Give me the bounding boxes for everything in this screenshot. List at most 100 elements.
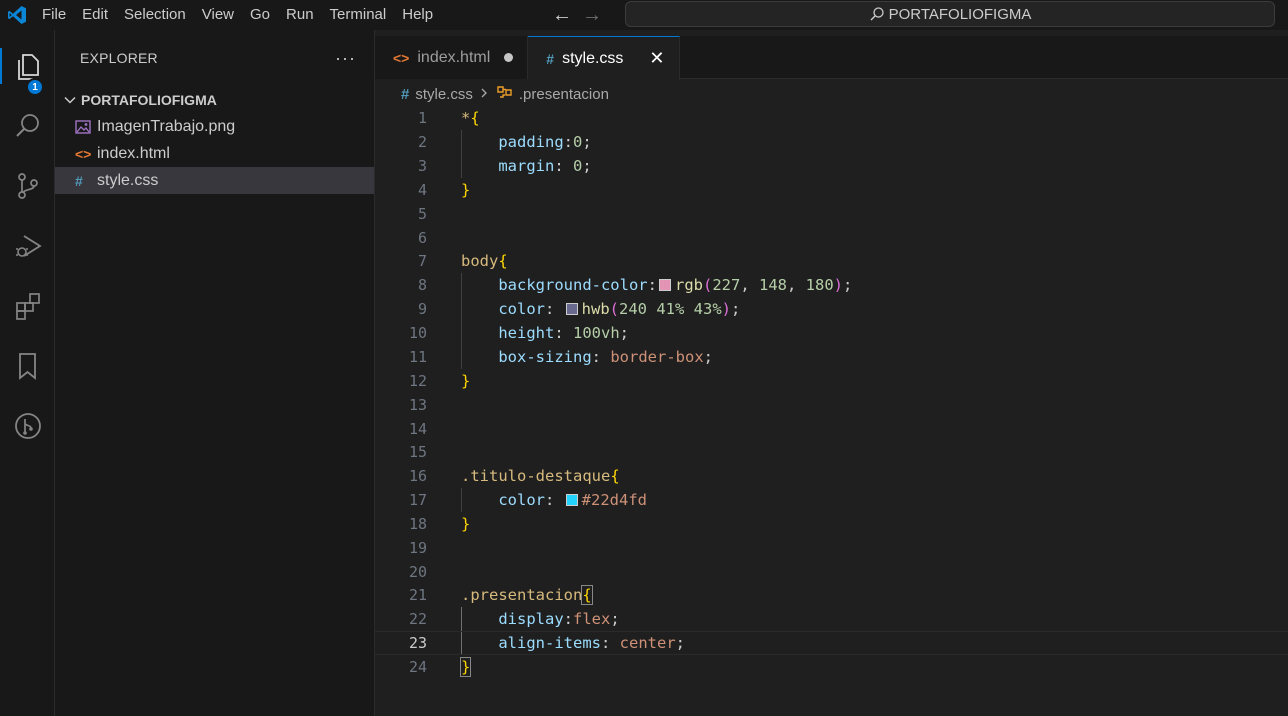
workspace-name: PORTAFOLIOFIGMA [888,5,1032,23]
html-file-icon: <> [393,49,410,66]
line-number: 14 [408,420,427,438]
breadcrumb-file[interactable]: style.css [415,86,473,103]
menu-edit[interactable]: Edit [74,0,116,30]
code-text: margin: 0; [498,157,592,175]
code-line: 20 [375,560,1288,584]
symbol-class-icon [495,84,513,104]
line-number: 11 [408,348,427,366]
code-text: color: hwb(240 41% 43%); [498,300,741,318]
bookmarks-activity-button[interactable] [0,342,55,390]
code-line: 21 .presentacion{ [375,583,1288,607]
chevron-down-icon [63,93,79,107]
code-text: } [461,372,471,390]
search-activity-button[interactable] [0,102,55,150]
breadcrumb: # style.css .presentacion [375,80,1288,108]
menu-file[interactable]: File [34,0,74,30]
line-number: 10 [408,324,427,342]
menu-run[interactable]: Run [278,0,322,30]
menu-go[interactable]: Go [242,0,278,30]
close-icon[interactable]: ✕ [649,48,664,69]
code-text: } [461,515,471,533]
bookmark-icon [18,353,36,380]
line-number: 4 [417,181,427,199]
code-line: 18} [375,512,1288,536]
extensions-activity-button[interactable] [0,282,55,330]
css-file-icon: # [546,50,555,67]
line-number: 20 [408,563,427,581]
code-line: 11 box-sizing: border-box; [375,345,1288,369]
line-number: 3 [417,157,427,175]
chevron-right-icon [479,86,489,103]
git-graph-activity-button[interactable] [0,402,55,450]
menu-view[interactable]: View [194,0,242,30]
code-line: 5 [375,202,1288,226]
menu-terminal[interactable]: Terminal [322,0,395,30]
file-label: style.css [97,171,159,189]
line-number: 5 [417,205,427,223]
code-line: 4} [375,178,1288,202]
more-actions-icon[interactable]: ··· [335,48,356,69]
menu-selection[interactable]: Selection [116,0,194,30]
forward-arrow-icon[interactable]: → [582,4,602,27]
back-arrow-icon[interactable]: ← [552,4,572,27]
line-number: 24 [408,658,427,676]
line-number: 6 [417,229,427,247]
title-bar: File Edit Selection View Go Run Terminal… [0,0,1288,30]
vscode-logo-icon [0,0,34,30]
line-number: 9 [417,300,427,318]
code-text: color: #22d4fd [498,491,647,509]
code-line: 17 color: #22d4fd [375,488,1288,512]
navigation-controls: ← → [552,0,602,30]
code-editor[interactable]: 1 *{ 2 padding:0; 3 margin: 0; 4} 5 6 7 bo… [375,106,1288,716]
line-number: 8 [417,276,427,294]
code-text: } [459,657,472,677]
color-swatch[interactable] [565,494,578,506]
command-center[interactable]: PORTAFOLIOFIGMA [625,1,1275,27]
explorer-activity-button[interactable]: 1 [0,42,55,96]
breadcrumb-symbol[interactable]: .presentacion [519,86,609,103]
run-debug-icon [15,235,42,257]
run-debug-activity-button[interactable] [0,222,55,270]
code-text: .presentacion{ [461,585,593,605]
source-control-icon [17,173,38,199]
line-number: 2 [417,133,427,151]
code-line-current: 23 align-items: center; [375,631,1288,655]
file-label: ImagenTrabajo.png [97,117,236,135]
line-number: 13 [408,396,427,414]
css-file-icon: # [401,85,410,103]
file-label: index.html [97,144,170,162]
file-item-style-css[interactable]: # style.css [55,167,374,194]
code-line: 19 [375,536,1288,560]
menu-bar: File Edit Selection View Go Run Terminal… [34,0,441,30]
tab-index-html[interactable]: <> index.html [375,36,529,79]
html-file-icon: <> [75,145,92,162]
line-number: 19 [408,539,427,557]
file-item-index-html[interactable]: <> index.html [55,140,374,167]
code-line: 24} [375,655,1288,679]
menu-help[interactable]: Help [394,0,441,30]
tab-label: style.css [562,49,624,67]
code-text: *{ [461,109,480,127]
file-item-imagentrabajo[interactable]: ImagenTrabajo.png [55,113,374,140]
code-line: 9 color: hwb(240 41% 43%); [375,297,1288,321]
code-text: display:flex; [498,610,620,628]
code-text: } [461,181,471,199]
code-line: 16 .titulo-destaque{ [375,464,1288,488]
git-graph-icon [14,413,41,439]
code-text: box-sizing: border-box; [498,348,713,366]
color-swatch[interactable] [658,279,671,291]
files-icon [17,54,39,80]
extensions-icon [15,293,40,320]
line-number: 16 [408,467,427,485]
color-swatch[interactable] [565,303,578,315]
code-line: 1 *{ [375,106,1288,130]
workspace-folder[interactable]: PORTAFOLIOFIGMA [55,86,374,113]
code-line: 13 [375,393,1288,417]
tab-style-css[interactable]: # style.css ✕ [528,36,680,80]
unsaved-dot-icon[interactable] [504,53,514,62]
code-line: 3 margin: 0; [375,154,1288,178]
code-line: 2 padding:0; [375,130,1288,154]
tab-label: index.html [417,48,491,66]
source-control-activity-button[interactable] [0,162,55,210]
code-text: height: 100vh; [498,324,630,342]
